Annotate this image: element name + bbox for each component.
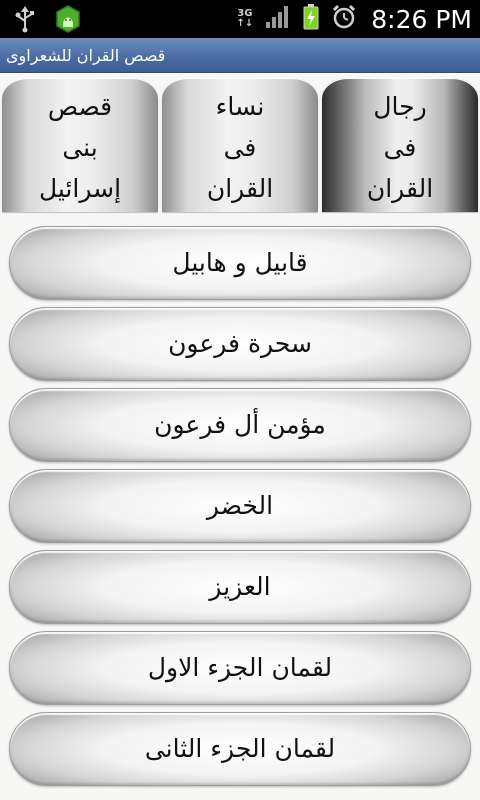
main-content: قصص بنى إسرائيل نساء فى القران رجال فى ا…	[0, 74, 480, 800]
android-notification-icon	[54, 5, 82, 37]
status-bar: 3G ↑↓ 8:26 PM	[0, 0, 480, 38]
story-button-luqman-part-2[interactable]: لقمان الجزء الثانى	[9, 712, 471, 786]
app-title-bar: قصص القران للشعراوى	[0, 38, 480, 73]
tab-label-line: بنى	[62, 133, 98, 162]
app-title: قصص القران للشعراوى	[6, 46, 166, 65]
story-button-pharaoh-magicians[interactable]: سحرة فرعون	[9, 307, 471, 381]
tab-label-line: رجال	[373, 92, 427, 121]
tab-bani-israel-stories[interactable]: قصص بنى إسرائيل	[2, 78, 158, 212]
tab-label-line: فى	[223, 133, 257, 162]
tab-label-line: نساء	[215, 92, 265, 121]
status-system-icons: 3G ↑↓ 8:26 PM	[236, 0, 472, 38]
status-time: 8:26 PM	[371, 4, 472, 34]
alarm-clock-icon	[331, 4, 357, 34]
story-button-qabil-habil[interactable]: قابيل و هابيل	[9, 226, 471, 300]
story-button-luqman-part-1[interactable]: لقمان الجزء الاول	[9, 631, 471, 705]
tab-label-line: فى	[383, 133, 417, 162]
tab-label-line: القران	[206, 174, 274, 203]
tab-men-in-quran[interactable]: رجال فى القران	[322, 78, 478, 212]
story-button-believer-of-pharaoh[interactable]: مؤمن أل فرعون	[9, 388, 471, 462]
status-notifications	[14, 5, 82, 37]
story-button-khidr[interactable]: الخضر	[9, 469, 471, 543]
tab-label-line: قصص	[47, 92, 113, 121]
usb-icon	[14, 5, 36, 37]
network-type-indicator: 3G ↑↓	[236, 8, 254, 29]
tab-label-line: القران	[366, 174, 434, 203]
story-button-aziz[interactable]: العزيز	[9, 550, 471, 624]
battery-charging-icon	[303, 4, 319, 34]
signal-bars-icon	[265, 5, 291, 33]
tab-label-line: إسرائيل	[38, 174, 122, 203]
tab-women-in-quran[interactable]: نساء فى القران	[162, 78, 318, 212]
